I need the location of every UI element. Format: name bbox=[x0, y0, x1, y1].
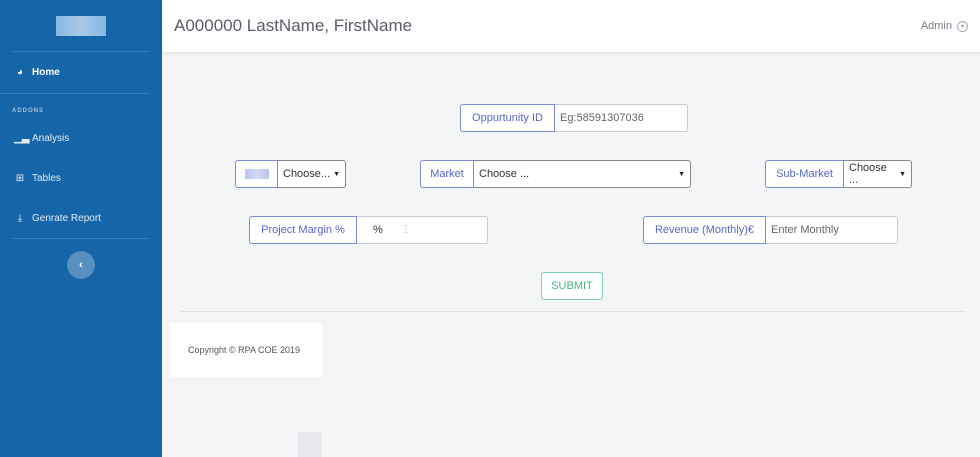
sidebar-item-label: Analysis bbox=[32, 132, 70, 144]
sidebar-divider bbox=[12, 238, 150, 239]
market-select[interactable]: Choose ... ▼ bbox=[474, 160, 691, 188]
submarket-label: Sub-Market bbox=[765, 160, 844, 188]
sidebar-item-tables[interactable]: ⊞ Tables bbox=[0, 158, 162, 198]
select-value: Choose ... bbox=[849, 162, 887, 186]
submit-button[interactable]: SUBMIT bbox=[541, 272, 603, 300]
select-value: Choose ... bbox=[479, 168, 530, 180]
blurred-select[interactable]: Choose... ▼ bbox=[278, 160, 346, 188]
brand[interactable] bbox=[12, 0, 150, 52]
sidebar-item-generate-report[interactable]: ⤓ Genrate Report bbox=[0, 198, 162, 238]
sidebar-item-home[interactable]: ◕ Home bbox=[0, 52, 150, 94]
revenue-label: Revenue (Monthly)€ bbox=[643, 216, 766, 244]
caret-down-icon: ▼ bbox=[899, 170, 906, 178]
topbar: A000000 LastName, FirstName Admin ● bbox=[162, 0, 980, 52]
page-title: A000000 LastName, FirstName bbox=[174, 16, 413, 35]
revenue-group: Revenue (Monthly)€ Enter Monthly bbox=[643, 216, 898, 244]
caret-down-icon: ▼ bbox=[678, 170, 685, 178]
chart-icon: ▁▃ bbox=[14, 132, 30, 144]
text-cursor: ⌶ bbox=[402, 223, 410, 236]
sidebar: ◕ Home ADDONS ▁▃ Analysis ⊞ Tables ⤓ Gen… bbox=[0, 0, 162, 457]
opportunity-id-group: Oppurtunity ID Eg:58591307036 bbox=[460, 104, 688, 132]
market-label: Market bbox=[420, 160, 474, 188]
blurred-label bbox=[235, 160, 278, 188]
opportunity-id-label: Oppurtunity ID bbox=[460, 104, 555, 132]
user-name: Admin bbox=[920, 20, 952, 32]
download-icon: ⤓ bbox=[17, 212, 23, 224]
select-value: Choose... bbox=[283, 168, 331, 180]
project-margin-label: Project Margin % bbox=[249, 216, 357, 244]
chevron-left-icon: ‹ bbox=[79, 259, 83, 271]
revenue-input[interactable]: Enter Monthly bbox=[766, 216, 898, 244]
sidebar-item-label: Home bbox=[32, 67, 60, 78]
sidebar-item-label: Genrate Report bbox=[32, 212, 101, 224]
opportunity-id-input[interactable]: Eg:58591307036 bbox=[555, 104, 688, 132]
submarket-select[interactable]: Choose ... ▼ bbox=[844, 160, 912, 188]
overlay-artifact bbox=[298, 432, 322, 457]
project-margin-input[interactable]: % ⌶ bbox=[357, 216, 488, 244]
user-menu[interactable]: Admin ● bbox=[921, 20, 968, 32]
blurred-select-group: Choose... ▼ bbox=[235, 160, 346, 188]
blurred-text bbox=[244, 169, 269, 179]
copyright-text: Copyright © RPA COE 2019 bbox=[188, 345, 301, 355]
project-margin-group: Project Margin % % ⌶ bbox=[249, 216, 488, 244]
footer: Copyright © RPA COE 2019 bbox=[170, 323, 322, 377]
dashboard-icon: ◕ bbox=[16, 67, 24, 78]
table-icon: ⊞ bbox=[15, 172, 25, 184]
sidebar-heading: ADDONS bbox=[12, 108, 45, 114]
sidebar-item-analysis[interactable]: ▁▃ Analysis bbox=[0, 118, 162, 158]
submarket-group: Sub-Market Choose ... ▼ bbox=[765, 160, 912, 188]
brand-logo bbox=[56, 15, 106, 36]
divider bbox=[180, 311, 965, 312]
percent-value: % bbox=[373, 224, 383, 236]
sidebar-collapse-button[interactable]: ‹ bbox=[67, 251, 95, 279]
sidebar-item-label: Tables bbox=[32, 172, 61, 184]
market-group: Market Choose ... ▼ bbox=[420, 160, 691, 188]
caret-down-icon: ▼ bbox=[333, 170, 340, 178]
user-icon: ● bbox=[957, 20, 968, 32]
